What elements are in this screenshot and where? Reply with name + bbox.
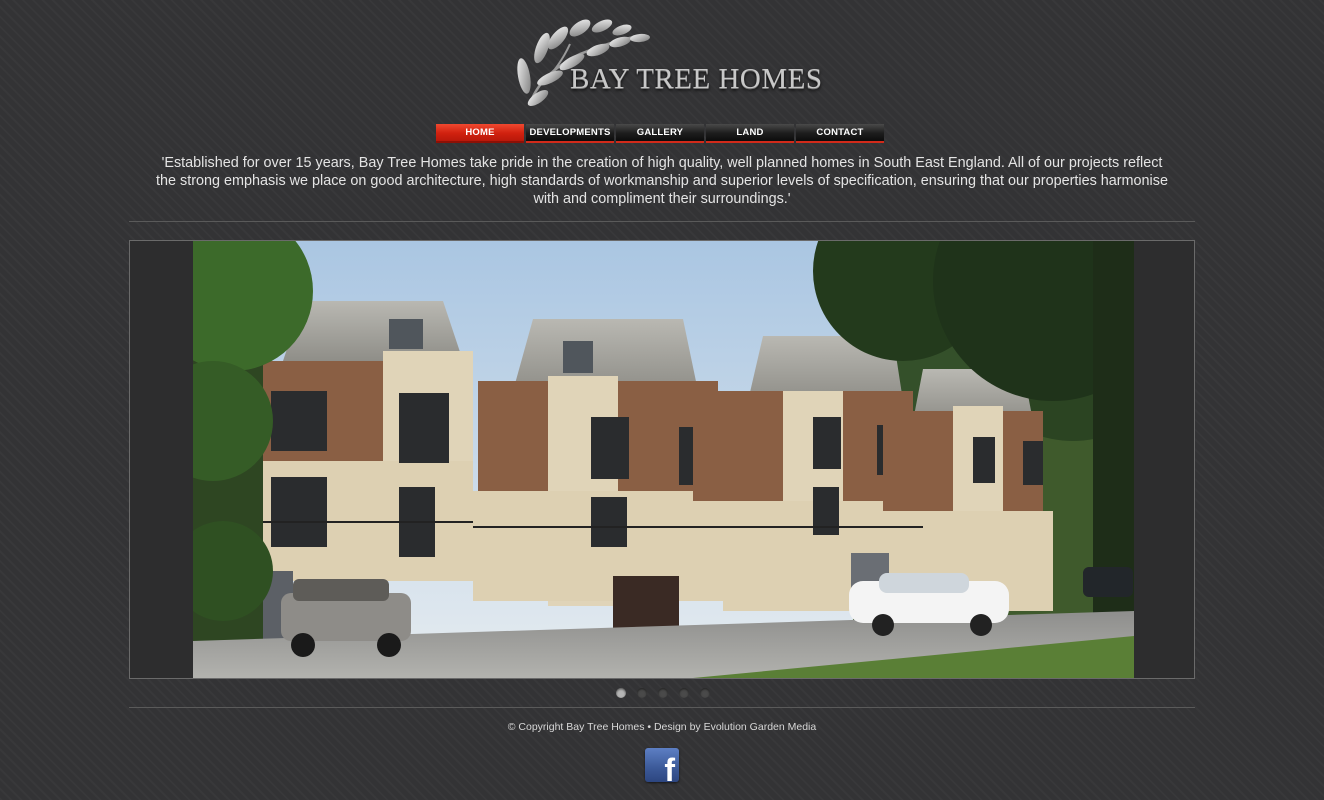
facebook-icon[interactable]: f xyxy=(645,748,679,782)
nav-developments[interactable]: DEVELOPMENTS xyxy=(526,124,614,143)
nav-contact[interactable]: CONTACT xyxy=(796,124,884,143)
divider-bottom xyxy=(129,707,1195,708)
nav-land[interactable]: LAND xyxy=(706,124,794,143)
slider-dot-5[interactable] xyxy=(700,688,710,698)
facebook-letter: f xyxy=(664,752,675,782)
slider-dot-1[interactable] xyxy=(616,688,626,698)
slider-pagination xyxy=(616,688,710,698)
slider-dot-3[interactable] xyxy=(658,688,668,698)
intro-text: 'Established for over 15 years, Bay Tree… xyxy=(156,155,1168,207)
nav-home[interactable]: HOME xyxy=(436,124,524,143)
main-nav: HOME DEVELOPMENTS GALLERY LAND CONTACT xyxy=(436,124,884,143)
image-slider[interactable] xyxy=(129,240,1195,679)
divider-top xyxy=(129,221,1195,222)
slider-dot-2[interactable] xyxy=(637,688,647,698)
brand-logo[interactable]: BAY TREE HOMES xyxy=(510,14,822,110)
slide-image[interactable] xyxy=(193,241,1134,678)
footer-copyright: © Copyright Bay Tree Homes • Design by E… xyxy=(507,721,817,733)
nav-gallery[interactable]: GALLERY xyxy=(616,124,704,143)
slider-dot-4[interactable] xyxy=(679,688,689,698)
brand-name: BAY TREE HOMES xyxy=(570,63,823,95)
